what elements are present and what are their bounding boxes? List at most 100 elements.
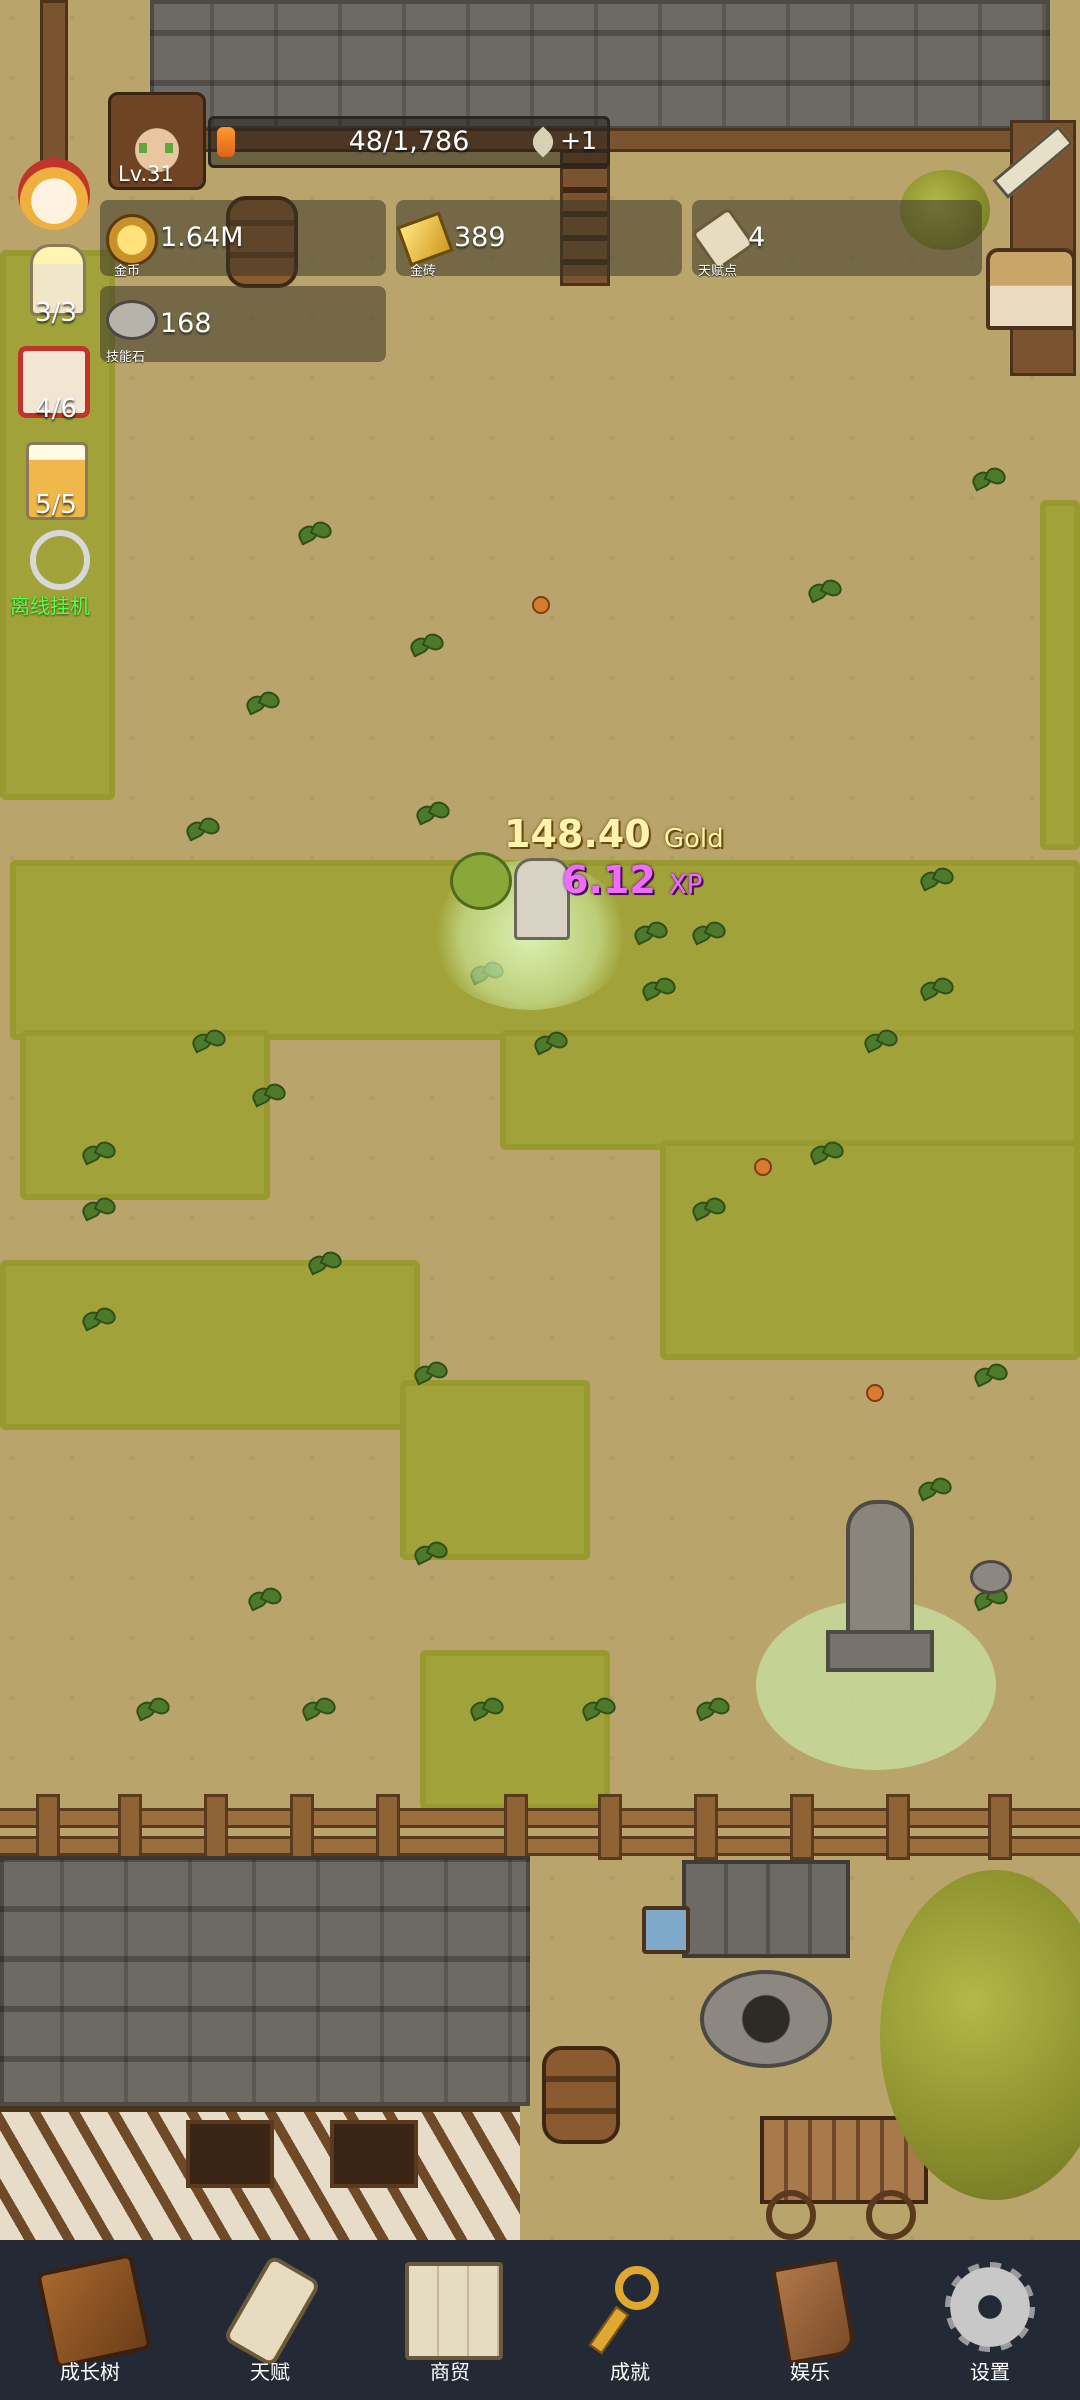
nav-entertainment[interactable]: 娱乐: [735, 2240, 885, 2400]
statue-base: [826, 1630, 934, 1672]
praying-statue[interactable]: [826, 1500, 934, 1672]
fence-post: [376, 1794, 400, 1860]
scroll-icon: [222, 2254, 322, 2368]
fence-rail: [0, 1808, 1080, 1828]
map-icon: [405, 2262, 503, 2360]
grass-patch: [1040, 500, 1080, 850]
top-building-roof: [150, 0, 1050, 130]
xp-reward-popup: 6.12 XP: [562, 858, 703, 902]
sprout: [690, 1196, 724, 1226]
grass-patch: [0, 1260, 420, 1430]
key-icon: [615, 2266, 659, 2310]
cart-wheel: [766, 2190, 816, 2240]
nav-talent[interactable]: 天赋: [195, 2240, 345, 2400]
skill-stone-icon: [106, 300, 158, 340]
skill-stone-value: 168: [160, 308, 212, 339]
crown-cake-icon[interactable]: [18, 158, 90, 230]
sprout: [412, 1360, 446, 1390]
sprout: [580, 1696, 614, 1726]
fence-post: [504, 1794, 528, 1860]
idle-key-icon[interactable]: [30, 530, 90, 590]
sprout: [690, 920, 724, 950]
sprout: [532, 1030, 566, 1060]
sprout: [190, 1028, 224, 1058]
fence-post: [290, 1794, 314, 1860]
house-roof: [0, 1856, 530, 2106]
grass-patch: [0, 250, 115, 800]
sprout: [296, 520, 330, 550]
sprout: [694, 1696, 728, 1726]
sprout: [806, 578, 840, 608]
gold-brick-caption: 金砖: [410, 264, 437, 279]
carrot: [532, 596, 550, 614]
fence-post: [694, 1794, 718, 1860]
water-well[interactable]: [682, 1860, 850, 2070]
talent-point-caption: 天赋点: [698, 264, 738, 279]
sprout: [970, 466, 1004, 496]
bucket: [642, 1906, 690, 1954]
carrot: [866, 1384, 884, 1402]
xp-bonus-value: +1: [560, 126, 597, 155]
avatar-eye: [139, 143, 147, 153]
banner-icon: [771, 2256, 857, 2366]
dice-count: 4/6: [35, 394, 77, 424]
gold-caption: 金币: [114, 264, 141, 279]
fence-post: [36, 1794, 60, 1860]
sprout: [632, 920, 666, 950]
cabbage: [450, 852, 512, 910]
xp-reward-unit: XP: [669, 870, 703, 900]
cart-wheel: [866, 2190, 916, 2240]
candle-count: 3/3: [35, 298, 77, 328]
fence-post: [988, 1794, 1012, 1860]
gold-brick-value: 389: [454, 222, 506, 253]
fence-post: [886, 1794, 910, 1860]
fence-post: [204, 1794, 228, 1860]
sprout: [468, 1696, 502, 1726]
treasure-chest-icon[interactable]: [986, 248, 1076, 330]
idle-label[interactable]: 离线挂机: [10, 590, 90, 619]
nav-label: 成就: [610, 2360, 650, 2384]
rock: [970, 1560, 1012, 1594]
gold-reward-unit: Gold: [663, 824, 724, 854]
gold-reward-amount: 148.40: [504, 812, 651, 856]
nav-achievement[interactable]: 成就: [555, 2240, 705, 2400]
house-door: [186, 2120, 274, 2188]
grass-patch: [420, 1650, 610, 1810]
grass-patch: [400, 1380, 590, 1560]
grass-patch: [500, 1030, 1080, 1150]
grass-patch: [20, 1030, 270, 1200]
statue-body: [846, 1500, 914, 1648]
player-level: Lv.31: [118, 162, 174, 186]
sprout: [408, 632, 442, 662]
sprout: [412, 1540, 446, 1570]
sprout: [640, 976, 674, 1006]
gold-value: 1.64M: [160, 222, 244, 253]
fence-post: [118, 1794, 142, 1860]
game-world[interactable]: Lv.31 48/1,786 +1 1.64M 金币 389 金砖 4 天赋点 …: [0, 0, 1080, 2400]
well-roof: [682, 1860, 850, 1958]
xp-bar: 48/1,786 +1: [208, 116, 610, 168]
nav-label: 天赋: [250, 2360, 290, 2384]
nav-label: 娱乐: [790, 2360, 830, 2384]
sprout: [808, 1140, 842, 1170]
nav-settings[interactable]: 设置: [915, 2240, 1065, 2400]
fence-rail: [0, 1836, 1080, 1856]
xp-bonus: +1: [527, 126, 597, 158]
nav-trade[interactable]: 商贸: [375, 2240, 525, 2400]
key-shaft: [588, 2305, 630, 2355]
gear-icon: [945, 2262, 1035, 2352]
sprout: [184, 816, 218, 846]
sprout: [918, 866, 952, 896]
sprout: [244, 690, 278, 720]
skill-stone-caption: 技能石: [106, 350, 146, 365]
sprout: [972, 1362, 1006, 1392]
grass-patch: [660, 1140, 1080, 1360]
bottom-nav: 成长树 天赋 商贸 成就 娱乐 设置: [0, 2240, 1080, 2400]
sprout: [80, 1140, 114, 1170]
beer-count: 5/5: [35, 490, 77, 520]
house-door: [330, 2120, 418, 2188]
sprout: [80, 1306, 114, 1336]
feather-icon: [527, 126, 559, 158]
nav-growth-tree[interactable]: 成长树: [15, 2240, 165, 2400]
carrot: [754, 1158, 772, 1176]
